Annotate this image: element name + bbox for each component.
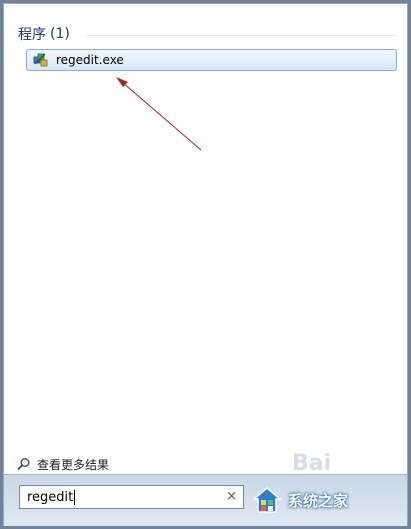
watermark-text: Bai	[292, 451, 332, 476]
brand-text: 系统之家	[288, 491, 349, 510]
result-item-regedit[interactable]: regedit.exe	[26, 49, 397, 71]
see-more-label: 查看更多结果	[37, 457, 110, 472]
section-count: (1)	[50, 26, 70, 42]
start-menu-panel: 程序 (1) regedit.exe 查看更多结果 Bai	[3, 3, 408, 526]
search-input[interactable]: regedit ×	[19, 485, 244, 509]
clear-search-button[interactable]: ×	[226, 490, 237, 504]
section-header-programs: 程序 (1)	[18, 24, 70, 44]
text-caret	[74, 489, 76, 505]
brand-logo: 系统之家	[252, 478, 402, 522]
see-more-results-link[interactable]: 查看更多结果	[17, 455, 109, 473]
regedit-icon	[32, 51, 50, 69]
search-icon	[17, 458, 30, 470]
house-logo-icon	[252, 487, 282, 513]
result-label: regedit.exe	[56, 53, 124, 67]
section-divider	[86, 35, 396, 36]
section-title: 程序	[18, 27, 46, 43]
baidu-watermark: Bai	[292, 451, 331, 476]
search-value: regedit	[27, 489, 74, 505]
